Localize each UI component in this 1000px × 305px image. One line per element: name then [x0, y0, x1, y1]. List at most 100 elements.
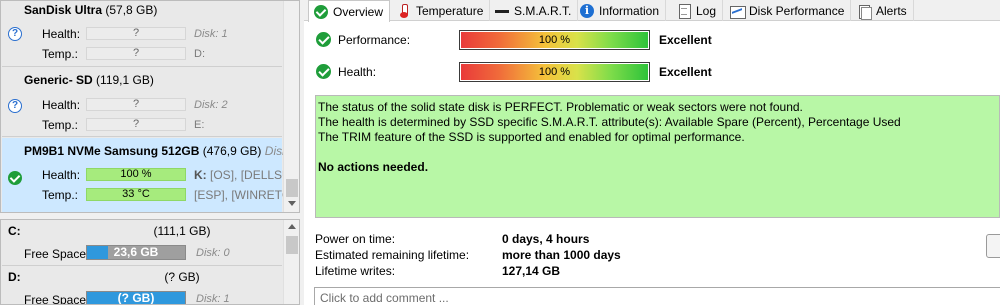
tab-log[interactable]: Log — [672, 0, 724, 21]
disk-list: SanDisk Ultra (57,8 GB) ? Health: ? Disk… — [0, 0, 300, 213]
performance-value: 100 % — [538, 34, 571, 46]
disk-title: Generic- SD (119,1 GB) — [24, 73, 154, 87]
disk-item[interactable]: Generic- SD (119,1 GB) ? Health: ? Disk:… — [2, 69, 282, 137]
check-circle-icon — [316, 32, 331, 47]
disk-number: Disk: 1 — [194, 28, 228, 40]
right-panel: Overview Temperature S.M.A.R.T. i Inform… — [304, 0, 1000, 305]
tab-label: Log — [696, 3, 717, 18]
tab-temperature[interactable]: Temperature — [392, 0, 491, 21]
volume-size: (111,1 GB) — [153, 224, 211, 238]
check-circle-icon — [316, 64, 331, 79]
scroll-down-icon[interactable] — [288, 201, 296, 206]
performance-label: Performance: — [338, 33, 411, 47]
status-line: The status of the solid state disk is PE… — [318, 100, 803, 114]
free-space-label: Free Space — [24, 293, 87, 305]
remaining-lifetime-row: Estimated remaining lifetime: more than … — [315, 248, 915, 264]
health-bar: ? — [86, 98, 186, 111]
stat-label: Lifetime writes: — [315, 264, 396, 278]
tab-disk-performance[interactable]: Disk Performance — [725, 0, 852, 21]
comment-field[interactable]: Click to add comment ... — [314, 287, 1000, 305]
volume-list-scrollbar[interactable] — [283, 220, 299, 304]
stat-value: 0 days, 4 hours — [502, 232, 590, 246]
lifetime-stats: Power on time: 0 days, 4 hours Estimated… — [315, 232, 915, 280]
volume-letter: D: — [8, 270, 21, 284]
tab-smart[interactable]: S.M.A.R.T. — [490, 0, 579, 21]
health-bar: ? — [86, 27, 186, 40]
disk-name: SanDisk Ultra — [24, 3, 103, 17]
health-label: Health: — [338, 65, 377, 79]
health-rating: Excellent — [659, 65, 712, 79]
free-space-value: 23,6 GB — [113, 245, 159, 259]
disk-title: SanDisk Ultra (57,8 GB) — [24, 3, 157, 17]
disk-size: (119,1 GB) — [96, 73, 154, 87]
performance-bar: 100 % — [459, 30, 650, 50]
health-value: 100 % — [538, 66, 571, 78]
stat-value: more than 1000 days — [502, 248, 621, 262]
volume-item[interactable]: C: (111,1 GB) Free Space 23,6 GB Disk: 0 — [2, 220, 282, 266]
tab-label: Disk Performance — [749, 3, 845, 18]
info-icon: i — [580, 3, 594, 18]
scrollbar-thumb[interactable] — [286, 236, 298, 254]
drive-letter: E: — [194, 119, 205, 131]
thermometer-icon — [397, 3, 411, 18]
scroll-up-icon[interactable] — [288, 224, 296, 229]
volume-size: (? GB) — [164, 270, 200, 284]
health-bar: 100 % — [86, 168, 186, 181]
free-space-bar: (? GB) — [86, 291, 186, 305]
disk-list-scrollbar[interactable] — [283, 1, 299, 212]
check-circle-icon — [314, 4, 328, 19]
power-on-time-row: Power on time: 0 days, 4 hours — [315, 232, 915, 248]
free-space-label: Free Space — [24, 247, 87, 261]
log-icon — [677, 3, 691, 19]
repeat-test-button[interactable] — [986, 234, 1000, 258]
tab-label: Temperature — [416, 3, 484, 18]
disk-item-selected[interactable]: PM9B1 NVMe Samsung 512GB (476,9 GB) Disk… — [2, 138, 291, 212]
status-line: The TRIM feature of the SSD is supported… — [318, 130, 745, 144]
partitions: K: [OS], [DELLSU — [194, 168, 291, 182]
temp-bar: ? — [86, 47, 186, 60]
partition-labels: [ESP], [WINRETC — [194, 188, 291, 202]
status-line: The health is determined by SSD specific… — [318, 115, 901, 129]
tab-label: Information — [599, 3, 660, 18]
partition-labels: [OS], [DELLSU — [210, 168, 291, 182]
health-row: Health: 100 % Excellent — [314, 62, 1000, 82]
drive-letter: K: — [194, 168, 207, 182]
disk-number: Disk: 2 — [194, 99, 228, 111]
tab-label: Overview — [333, 4, 384, 19]
performance-row: Performance: 100 % Excellent — [314, 30, 1000, 50]
disk-title: PM9B1 NVMe Samsung 512GB (476,9 GB) Disk — [24, 144, 288, 158]
drive-letter: D: — [194, 48, 205, 60]
smart-icon — [495, 4, 509, 18]
status-description: The status of the solid state disk is PE… — [315, 95, 1000, 218]
disk-size: (476,9 GB) — [202, 144, 262, 158]
disk-item[interactable]: SanDisk Ultra (57,8 GB) ? Health: ? Disk… — [2, 1, 282, 67]
volume-list: C: (111,1 GB) Free Space 23,6 GB Disk: 0… — [0, 219, 300, 305]
performance-rating: Excellent — [659, 33, 712, 47]
left-panel: SanDisk Ultra (57,8 GB) ? Health: ? Disk… — [0, 0, 300, 305]
chart-icon — [730, 4, 746, 19]
free-space-value: (? GB) — [117, 291, 155, 305]
stat-label: Power on time: — [315, 232, 396, 246]
tab-bar: Overview Temperature S.M.A.R.T. i Inform… — [304, 0, 1000, 22]
disk-size: (57,8 GB) — [105, 3, 158, 17]
volume-letter: C: — [8, 224, 21, 238]
volume-disk: Disk: 0 — [196, 247, 230, 259]
lifetime-writes-row: Lifetime writes: 127,14 GB — [315, 264, 915, 280]
hard-disk-sentinel-window: SanDisk Ultra (57,8 GB) ? Health: ? Disk… — [0, 0, 1000, 305]
tab-overview[interactable]: Overview — [308, 0, 391, 22]
volume-disk: Disk: 1 — [196, 293, 230, 305]
alerts-icon — [857, 4, 872, 20]
temp-bar: 33 °C — [86, 188, 186, 201]
free-space-bar: 23,6 GB — [86, 245, 186, 260]
stat-label: Estimated remaining lifetime: — [315, 248, 470, 262]
volume-item[interactable]: D: (? GB) Free Space (? GB) Disk: 1 — [2, 266, 282, 305]
status-conclusion: No actions needed. — [318, 160, 429, 174]
scrollbar-thumb[interactable] — [286, 179, 298, 197]
tab-information[interactable]: i Information — [575, 0, 667, 21]
tab-label: S.M.A.R.T. — [514, 3, 572, 18]
health-bar: 100 % — [459, 62, 650, 82]
temp-bar: ? — [86, 118, 186, 131]
tab-label: Alerts — [876, 3, 907, 18]
tab-alerts[interactable]: Alerts — [852, 0, 914, 21]
